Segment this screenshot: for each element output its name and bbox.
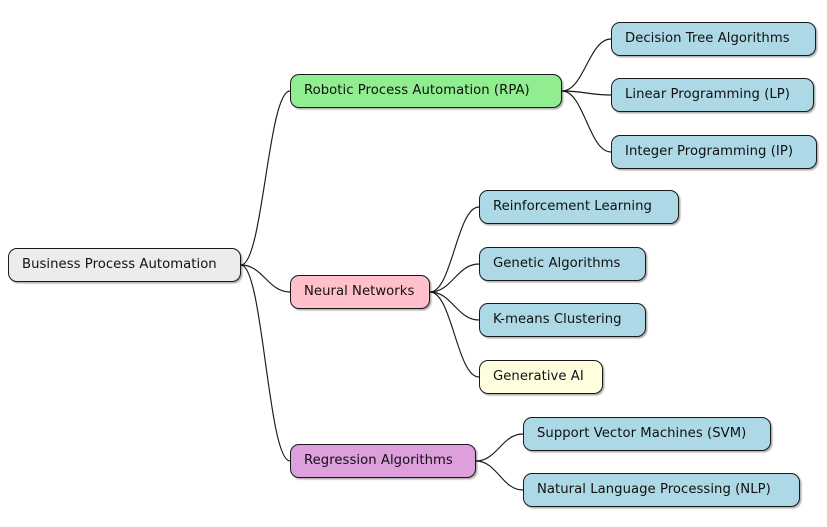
edge-neural-networks-to-genetic-algorithms — [429, 263, 480, 293]
node-label: Business Process Automation — [22, 257, 217, 273]
node-label: Natural Language Processing (NLP) — [537, 482, 771, 498]
node-label: Robotic Process Automation (RPA) — [304, 83, 530, 99]
edge-neural-networks-to-generative-ai — [429, 291, 480, 378]
node-label: Genetic Algorithms — [493, 256, 621, 272]
branch-node-neural-networks[interactable]: Neural Networks — [290, 275, 430, 309]
edge-neural-networks-to-k-means-clustering — [429, 291, 480, 321]
edge-regression-algorithms-to-natural-language-processing-nlp — [475, 460, 524, 491]
node-label: Regression Algorithms — [304, 453, 453, 469]
leaf-node-k-means-clustering[interactable]: K-means Clustering — [479, 303, 646, 337]
edge-regression-algorithms-to-support-vector-machines-svm — [475, 433, 524, 462]
node-label: Integer Programming (IP) — [625, 144, 794, 160]
edge-neural-networks-to-reinforcement-learning — [429, 206, 480, 293]
leaf-node-natural-language-processing-nlp[interactable]: Natural Language Processing (NLP) — [523, 473, 800, 507]
leaf-node-support-vector-machines-svm[interactable]: Support Vector Machines (SVM) — [523, 417, 771, 451]
node-label: Support Vector Machines (SVM) — [537, 426, 747, 442]
root-node-business-process-automation[interactable]: Business Process Automation — [8, 248, 241, 282]
leaf-node-genetic-algorithms[interactable]: Genetic Algorithms — [479, 247, 646, 281]
branch-node-regression-algorithms[interactable]: Regression Algorithms — [290, 444, 476, 478]
leaf-node-generative-ai[interactable]: Generative AI — [479, 360, 603, 394]
leaf-node-integer-programming-ip[interactable]: Integer Programming (IP) — [611, 135, 817, 169]
node-label: Neural Networks — [304, 284, 415, 300]
node-label: Generative AI — [493, 369, 584, 385]
edge-robotic-process-automation-rpa-to-decision-tree-algorithms — [561, 38, 612, 92]
leaf-node-decision-tree-algorithms[interactable]: Decision Tree Algorithms — [611, 22, 816, 56]
branch-node-robotic-process-automation-rpa[interactable]: Robotic Process Automation (RPA) — [290, 74, 562, 108]
node-label: Decision Tree Algorithms — [625, 31, 790, 47]
mind-map-canvas: Business Process Automation Robotic Proce… — [0, 0, 827, 527]
edge-robotic-process-automation-rpa-to-linear-programming-lp — [561, 90, 612, 96]
node-label: Linear Programming (LP) — [625, 87, 790, 103]
node-label: K-means Clustering — [493, 312, 622, 328]
edge-root-to-robotic-process-automation-rpa — [240, 90, 291, 266]
leaf-node-linear-programming-lp[interactable]: Linear Programming (LP) — [611, 78, 814, 112]
edge-robotic-process-automation-rpa-to-integer-programming-ip — [561, 90, 612, 153]
edge-root-to-neural-networks — [240, 264, 291, 293]
node-label: Reinforcement Learning — [493, 199, 652, 215]
leaf-node-reinforcement-learning[interactable]: Reinforcement Learning — [479, 190, 679, 224]
edge-root-to-regression-algorithms — [240, 264, 291, 462]
